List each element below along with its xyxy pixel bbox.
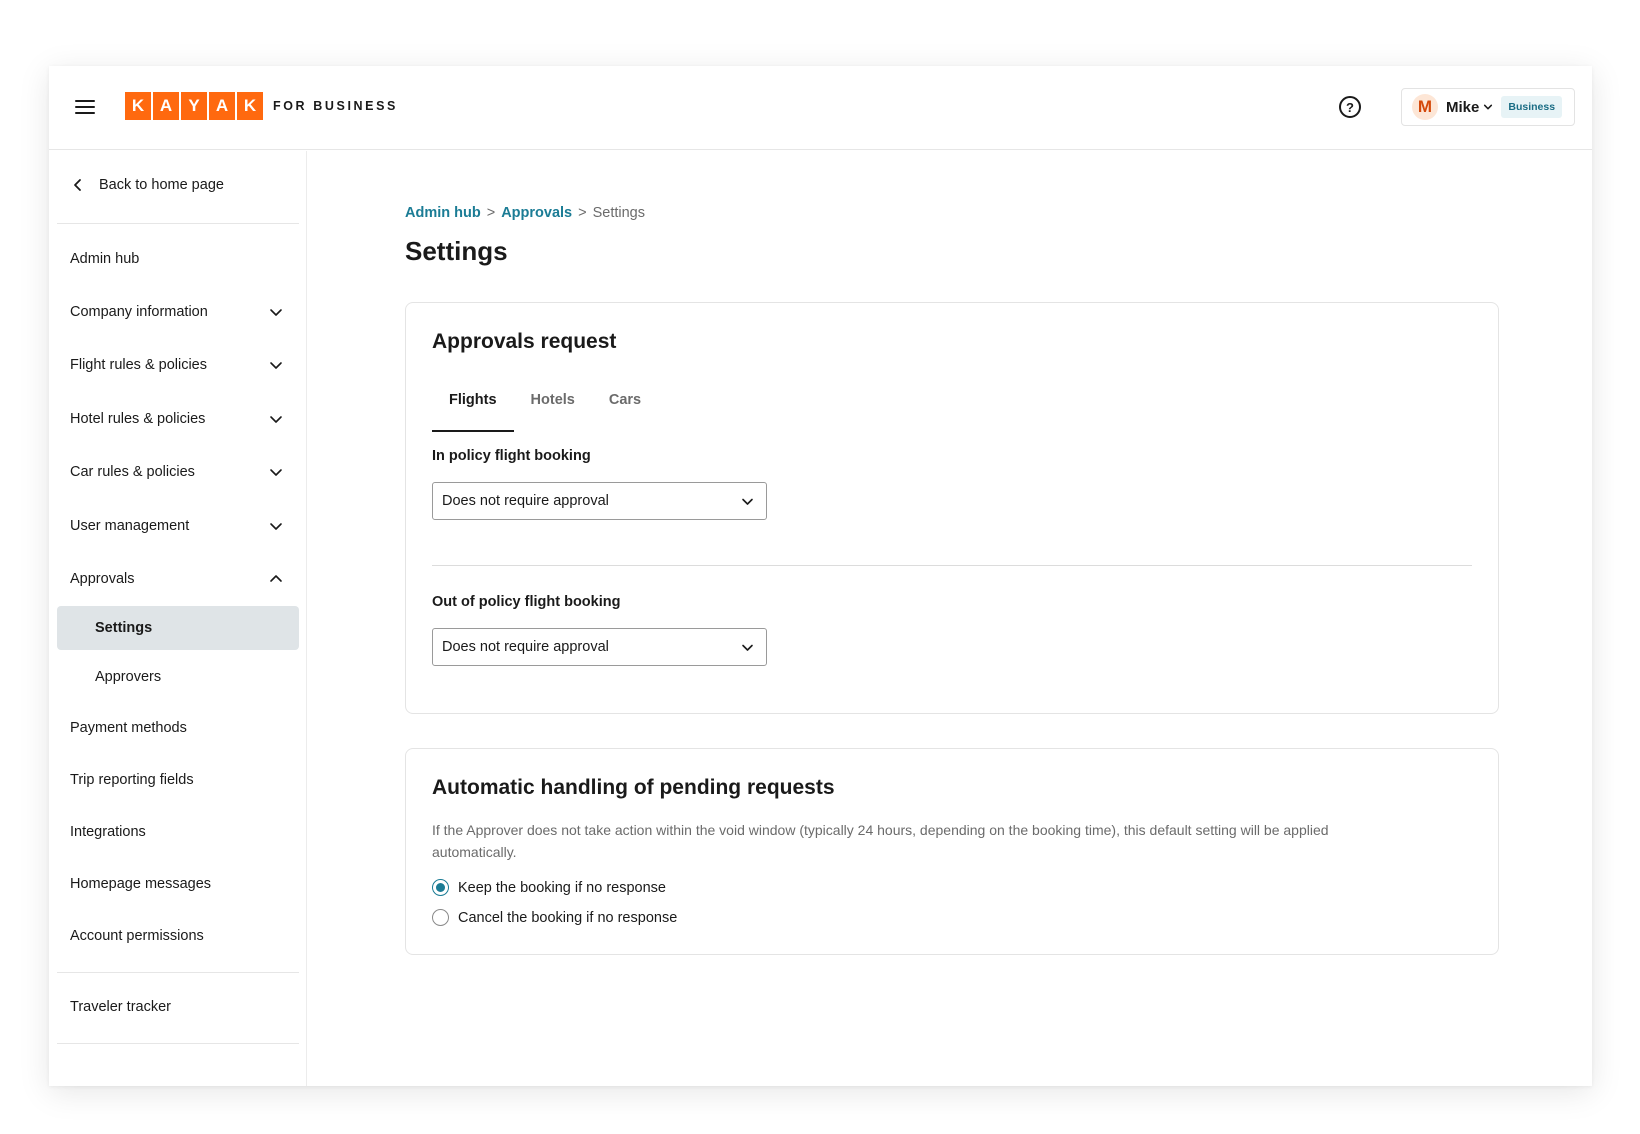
help-icon[interactable]: ?	[1339, 96, 1361, 118]
main-content: Admin hub > Approvals > Settings Setting…	[308, 151, 1592, 1086]
kayak-logo[interactable]: K A Y A K	[125, 92, 263, 120]
approvals-tabs: Flights Hotels Cars	[432, 375, 658, 432]
sidebar-item-label: Traveler tracker	[70, 999, 171, 1015]
avatar: M	[1412, 94, 1438, 120]
radio-checked-icon[interactable]	[432, 879, 449, 896]
sidebar-item-label: Flight rules & policies	[70, 357, 207, 373]
sidebar-item-label: Account permissions	[70, 928, 204, 944]
chevron-left-icon	[74, 179, 81, 191]
sidebar-item-label: Settings	[95, 620, 153, 636]
sidebar-item-company-information[interactable]: Company information	[57, 290, 299, 334]
sidebar-item-label: Integrations	[70, 824, 146, 840]
radio-label: Keep the booking if no response	[458, 879, 666, 896]
sidebar-item-payment-methods[interactable]: Payment methods	[57, 706, 299, 750]
chevron-up-icon	[270, 575, 282, 582]
sidebar-item-label: Approvers	[95, 669, 162, 685]
sidebar-divider	[57, 1043, 299, 1044]
card-title: Automatic handling of pending requests	[432, 776, 835, 799]
sidebar-item-account-permissions[interactable]: Account permissions	[57, 914, 299, 958]
chevron-down-icon	[1484, 104, 1493, 110]
app-window: K A Y A K FOR BUSINESS ? M Mike Business…	[49, 66, 1592, 1086]
chevron-down-icon	[742, 644, 753, 651]
in-policy-label: In policy flight booking	[432, 448, 591, 464]
tab-hotels[interactable]: Hotels	[514, 375, 592, 425]
logo-letter: K	[237, 92, 263, 120]
radio-cancel-booking[interactable]: Cancel the booking if no response	[432, 909, 677, 926]
breadcrumb-separator: >	[578, 205, 587, 221]
card-description: If the Approver does not take action wit…	[432, 822, 1329, 860]
select-value: Does not require approval	[442, 639, 609, 655]
logo-letter: Y	[181, 92, 207, 120]
breadcrumb-admin-hub-link[interactable]: Admin hub	[405, 205, 481, 221]
sidebar-item-homepage-messages[interactable]: Homepage messages	[57, 862, 299, 906]
sidebar-item-label: Trip reporting fields	[70, 772, 194, 788]
sidebar-item-car-rules[interactable]: Car rules & policies	[57, 450, 299, 494]
breadcrumb-separator: >	[486, 205, 496, 221]
sidebar-divider	[57, 972, 299, 973]
chevron-down-icon	[270, 309, 282, 316]
menu-icon[interactable]	[75, 100, 95, 115]
breadcrumb-current: Settings	[592, 205, 645, 221]
chevron-down-icon	[270, 469, 282, 476]
automatic-handling-card: Automatic handling of pending requests I…	[405, 748, 1499, 955]
sidebar-item-label: Approvals	[70, 571, 135, 587]
sidebar-item-label: User management	[70, 518, 190, 534]
chevron-down-icon	[742, 498, 753, 505]
user-name: Mike	[1446, 98, 1480, 116]
sidebar-item-hotel-rules[interactable]: Hotel rules & policies	[57, 397, 299, 441]
sidebar: Back to home page Admin hub Company info…	[49, 151, 307, 1086]
back-link-label: Back to home page	[99, 177, 224, 193]
sidebar-item-admin-hub[interactable]: Admin hub	[57, 237, 299, 281]
sidebar-item-user-management[interactable]: User management	[57, 504, 299, 548]
sidebar-item-traveler-tracker[interactable]: Traveler tracker	[57, 985, 299, 1029]
sidebar-item-label: Payment methods	[70, 720, 187, 736]
out-policy-select[interactable]: Does not require approval	[432, 628, 767, 666]
radio-label: Cancel the booking if no response	[458, 909, 678, 926]
sidebar-item-label: Company information	[70, 304, 208, 320]
breadcrumb-approvals-link[interactable]: Approvals	[501, 205, 572, 221]
radio-unchecked-icon[interactable]	[432, 909, 449, 926]
sidebar-item-flight-rules[interactable]: Flight rules & policies	[57, 343, 299, 387]
account-type-badge: Business	[1501, 96, 1563, 118]
user-menu-button[interactable]: M Mike Business	[1401, 88, 1575, 126]
sidebar-item-label: Homepage messages	[70, 876, 212, 892]
sidebar-item-label: Hotel rules & policies	[70, 411, 206, 427]
sidebar-item-label: Car rules & policies	[70, 464, 195, 480]
sidebar-item-approvers[interactable]: Approvers	[57, 655, 299, 699]
logo-letter: A	[209, 92, 235, 120]
radio-keep-booking[interactable]: Keep the booking if no response	[432, 879, 666, 896]
select-value: Does not require approval	[442, 493, 609, 509]
top-header: K A Y A K FOR BUSINESS ? M Mike Business	[49, 66, 1592, 150]
approvals-request-card: Approvals request Flights Hotels Cars In…	[405, 302, 1499, 714]
tab-flights[interactable]: Flights	[432, 375, 514, 432]
sidebar-item-settings[interactable]: Settings	[57, 606, 299, 650]
sidebar-item-integrations[interactable]: Integrations	[57, 810, 299, 854]
card-title: Approvals request	[432, 330, 617, 353]
back-to-home-link[interactable]: Back to home page	[71, 177, 224, 193]
sidebar-divider	[57, 223, 299, 224]
in-policy-select[interactable]: Does not require approval	[432, 482, 767, 520]
out-policy-label: Out of policy flight booking	[432, 594, 621, 610]
chevron-down-icon	[270, 523, 282, 530]
breadcrumb: Admin hub > Approvals > Settings	[405, 205, 645, 221]
chevron-down-icon	[270, 362, 282, 369]
tab-cars[interactable]: Cars	[592, 375, 658, 425]
sidebar-item-approvals[interactable]: Approvals	[57, 557, 299, 601]
section-divider	[432, 565, 1472, 566]
logo-letter: A	[153, 92, 179, 120]
chevron-down-icon	[270, 416, 282, 423]
page-title: Settings	[405, 236, 508, 266]
logo-suffix: FOR BUSINESS	[273, 99, 398, 113]
logo-letter: K	[125, 92, 151, 120]
sidebar-item-trip-reporting-fields[interactable]: Trip reporting fields	[57, 758, 299, 802]
sidebar-item-label: Admin hub	[70, 251, 140, 267]
